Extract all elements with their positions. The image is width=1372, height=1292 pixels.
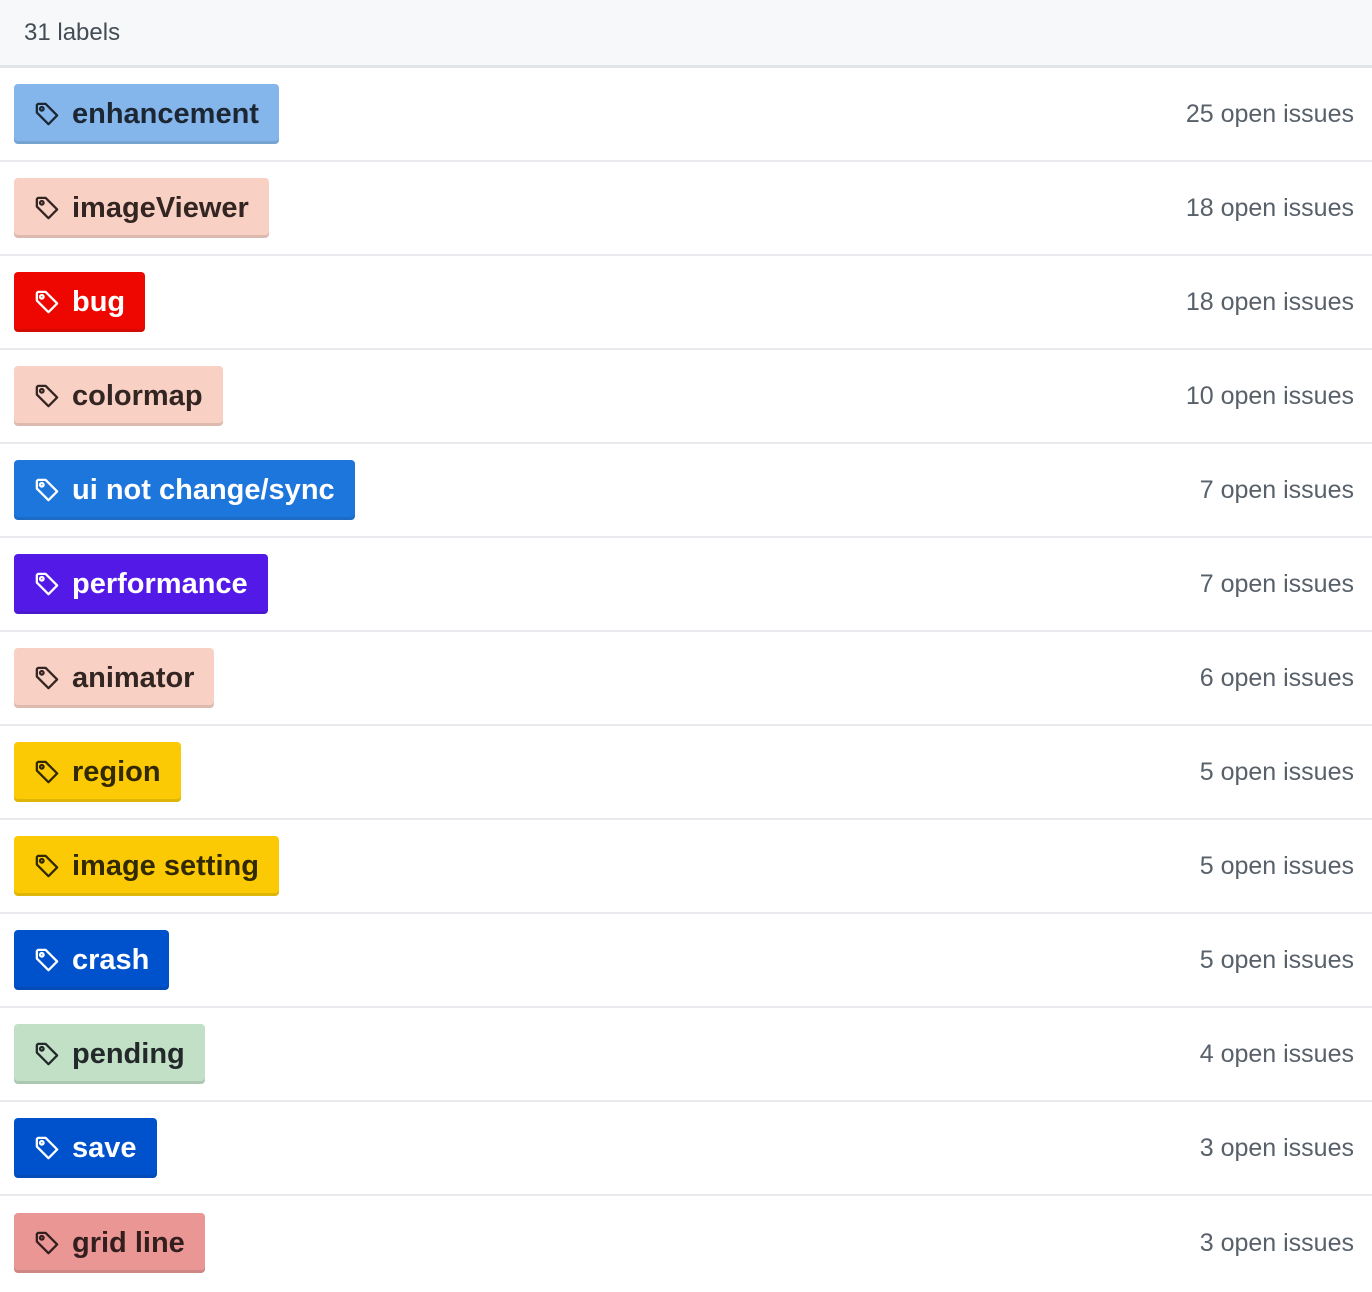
- label-image-setting[interactable]: image setting: [14, 836, 279, 896]
- label-name: image setting: [72, 849, 259, 882]
- label-row: grid line 3 open issues: [0, 1196, 1372, 1290]
- label-name: colormap: [72, 379, 203, 412]
- label-name: pending: [72, 1037, 185, 1070]
- label-enhancement[interactable]: enhancement: [14, 84, 279, 144]
- open-issues-link[interactable]: 10 open issues: [1186, 382, 1354, 411]
- label-name: performance: [72, 567, 248, 600]
- label-row: colormap 10 open issues: [0, 350, 1372, 444]
- label-row: image setting 5 open issues: [0, 820, 1372, 914]
- label-row: ui not change/sync 7 open issues: [0, 444, 1372, 538]
- label-name: region: [72, 755, 161, 788]
- tag-icon: [34, 383, 60, 409]
- tag-icon: [34, 1041, 60, 1067]
- tag-icon: [34, 1230, 60, 1256]
- label-row: save 3 open issues: [0, 1102, 1372, 1196]
- open-issues-link[interactable]: 5 open issues: [1200, 758, 1354, 787]
- tag-icon: [34, 947, 60, 973]
- label-name: enhancement: [72, 97, 259, 130]
- label-name: imageViewer: [72, 191, 249, 224]
- label-pending[interactable]: pending: [14, 1024, 205, 1084]
- open-issues-link[interactable]: 5 open issues: [1200, 946, 1354, 975]
- labels-header: 31 labels: [0, 0, 1372, 68]
- label-crash[interactable]: crash: [14, 930, 170, 990]
- label-name: bug: [72, 285, 126, 318]
- open-issues-link[interactable]: 5 open issues: [1200, 852, 1354, 881]
- labels-list: enhancement 25 open issues imageViewer 1…: [0, 68, 1372, 1290]
- tag-icon: [34, 759, 60, 785]
- open-issues-link[interactable]: 7 open issues: [1200, 476, 1354, 505]
- label-row: bug 18 open issues: [0, 256, 1372, 350]
- open-issues-link[interactable]: 3 open issues: [1200, 1229, 1354, 1258]
- label-row: pending 4 open issues: [0, 1008, 1372, 1102]
- open-issues-link[interactable]: 3 open issues: [1200, 1134, 1354, 1163]
- tag-icon: [34, 571, 60, 597]
- label-save[interactable]: save: [14, 1118, 157, 1178]
- label-row: region 5 open issues: [0, 726, 1372, 820]
- label-name: animator: [72, 661, 195, 694]
- label-name: crash: [72, 943, 150, 976]
- open-issues-link[interactable]: 18 open issues: [1186, 288, 1354, 317]
- tag-icon: [34, 853, 60, 879]
- label-performance[interactable]: performance: [14, 554, 268, 614]
- label-name: ui not change/sync: [72, 473, 335, 506]
- tag-icon: [34, 665, 60, 691]
- tag-icon: [34, 477, 60, 503]
- label-bug[interactable]: bug: [14, 272, 146, 332]
- label-row: enhancement 25 open issues: [0, 68, 1372, 162]
- open-issues-link[interactable]: 4 open issues: [1200, 1040, 1354, 1069]
- open-issues-link[interactable]: 25 open issues: [1186, 100, 1354, 129]
- label-grid-line[interactable]: grid line: [14, 1213, 205, 1273]
- label-ui-not-change-sync[interactable]: ui not change/sync: [14, 460, 355, 520]
- label-colormap[interactable]: colormap: [14, 366, 223, 426]
- tag-icon: [34, 101, 60, 127]
- open-issues-link[interactable]: 7 open issues: [1200, 570, 1354, 599]
- label-row: crash 5 open issues: [0, 914, 1372, 1008]
- label-region[interactable]: region: [14, 742, 181, 802]
- tag-icon: [34, 289, 60, 315]
- label-row: performance 7 open issues: [0, 538, 1372, 632]
- tag-icon: [34, 1135, 60, 1161]
- labels-count: 31 labels: [24, 18, 121, 46]
- label-row: animator 6 open issues: [0, 632, 1372, 726]
- label-animator[interactable]: animator: [14, 648, 215, 708]
- tag-icon: [34, 195, 60, 221]
- label-name: save: [72, 1131, 137, 1164]
- open-issues-link[interactable]: 18 open issues: [1186, 194, 1354, 223]
- label-imageviewer[interactable]: imageViewer: [14, 178, 269, 238]
- label-row: imageViewer 18 open issues: [0, 162, 1372, 256]
- open-issues-link[interactable]: 6 open issues: [1200, 664, 1354, 693]
- label-name: grid line: [72, 1226, 185, 1259]
